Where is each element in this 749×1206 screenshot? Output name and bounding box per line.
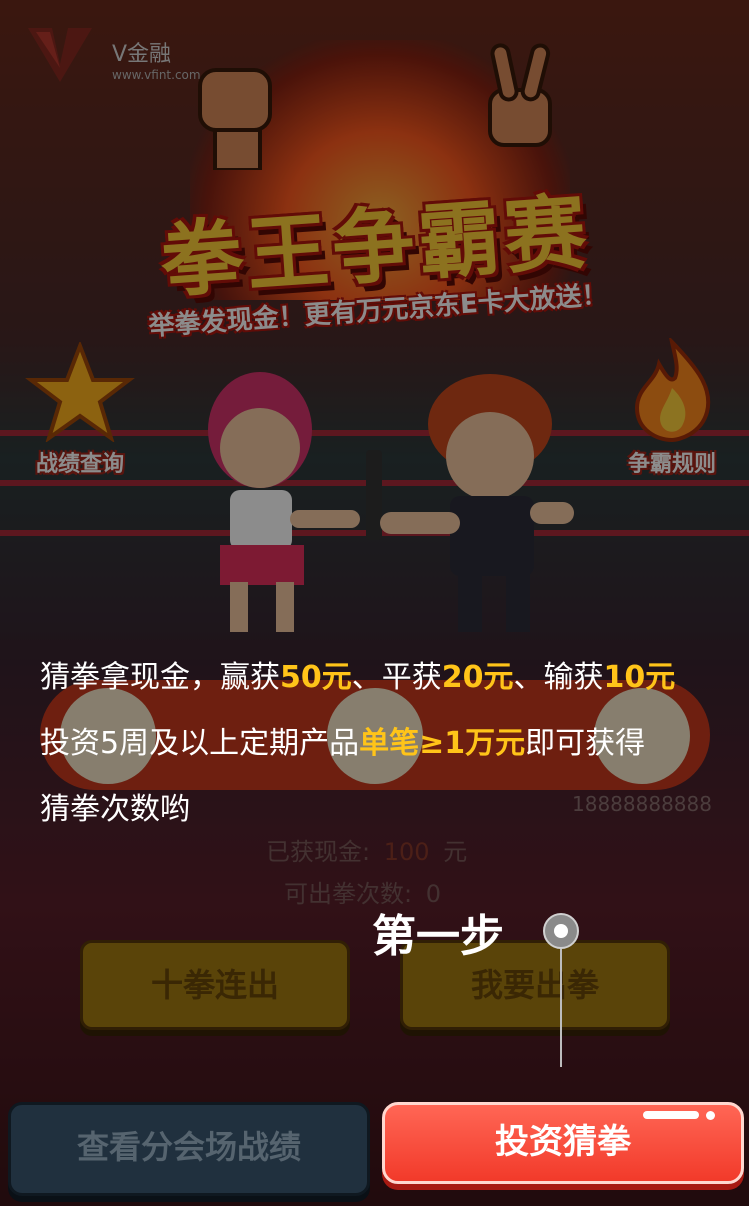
draw-amount: 20元 — [441, 660, 514, 695]
view-branch-results-button[interactable]: 查看分会场战绩 — [8, 1102, 370, 1196]
min-investment: 单笔≥1万元 — [359, 726, 526, 761]
invest-guess-label: 投资猜拳 — [495, 1122, 631, 1162]
info-text: 、平获 — [351, 660, 442, 695]
button-shine-dot — [706, 1111, 715, 1120]
guide-pointer-line — [560, 949, 562, 1067]
info-line-3: 猜拳次数哟 — [40, 792, 190, 827]
info-text: 即可获得 — [525, 726, 646, 761]
info-text: 投资5周及以上定期产品 — [40, 726, 360, 761]
info-line-2: 投资5周及以上定期产品单笔≥1万元即可获得 — [40, 711, 730, 777]
guide-info: 猜拳拿现金，赢获50元、平获20元、输获10元 投资5周及以上定期产品单笔≥1万… — [40, 645, 730, 843]
guide-overlay — [0, 0, 749, 1206]
info-text: 、输获 — [513, 660, 604, 695]
win-amount: 50元 — [280, 660, 352, 695]
step-one-label: 第一步 — [372, 911, 504, 962]
invest-guess-button[interactable]: 投资猜拳 — [382, 1102, 744, 1184]
button-shine — [643, 1111, 699, 1119]
info-line-1: 猜拳拿现金，赢获50元、平获20元、输获10元 — [40, 645, 730, 711]
lose-amount: 10元 — [603, 660, 676, 695]
info-text: 猜拳拿现金，赢获 — [40, 660, 280, 695]
guide-pointer-icon — [543, 913, 579, 949]
